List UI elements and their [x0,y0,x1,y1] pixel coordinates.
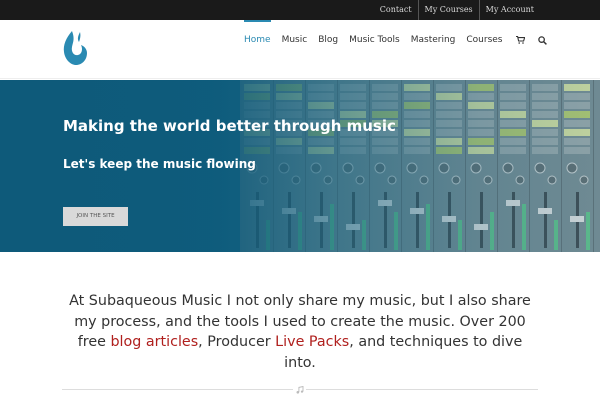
nav-blog[interactable]: Blog [318,20,338,60]
contact-link[interactable]: Contact [374,0,418,20]
intro-text: , Producer [198,334,276,350]
nav-music-tools[interactable]: Music Tools [349,20,400,60]
music-note-icon [293,384,306,395]
main-nav: Home Music Blog Music Tools Mastering Co… [244,20,558,60]
search-icon[interactable] [536,20,550,60]
nav-home[interactable]: Home [244,20,271,60]
my-account-link[interactable]: My Account [478,0,540,20]
hero-subtitle: Let's keep the music flowing [63,157,256,171]
cart-icon[interactable] [514,20,528,60]
hero-title: Making the world better through music [63,117,396,135]
live-packs-link[interactable]: Live Packs [275,334,349,350]
top-utility-bar: Contact My Courses My Account [0,0,600,20]
nav-mastering[interactable]: Mastering [411,20,456,60]
join-the-site-button[interactable]: JOIN THE SITE [63,207,128,226]
site-header: Home Music Blog Music Tools Mastering Co… [0,20,600,79]
blog-articles-link[interactable]: blog articles [110,334,198,350]
nav-music[interactable]: Music [282,20,308,60]
utility-links: Contact My Courses My Account [374,0,540,20]
my-courses-link[interactable]: My Courses [417,0,479,20]
water-drop-logo-icon[interactable] [62,30,88,66]
intro-paragraph: At Subaqueous Music I not only share my … [60,291,540,373]
nav-courses[interactable]: Courses [466,20,502,60]
